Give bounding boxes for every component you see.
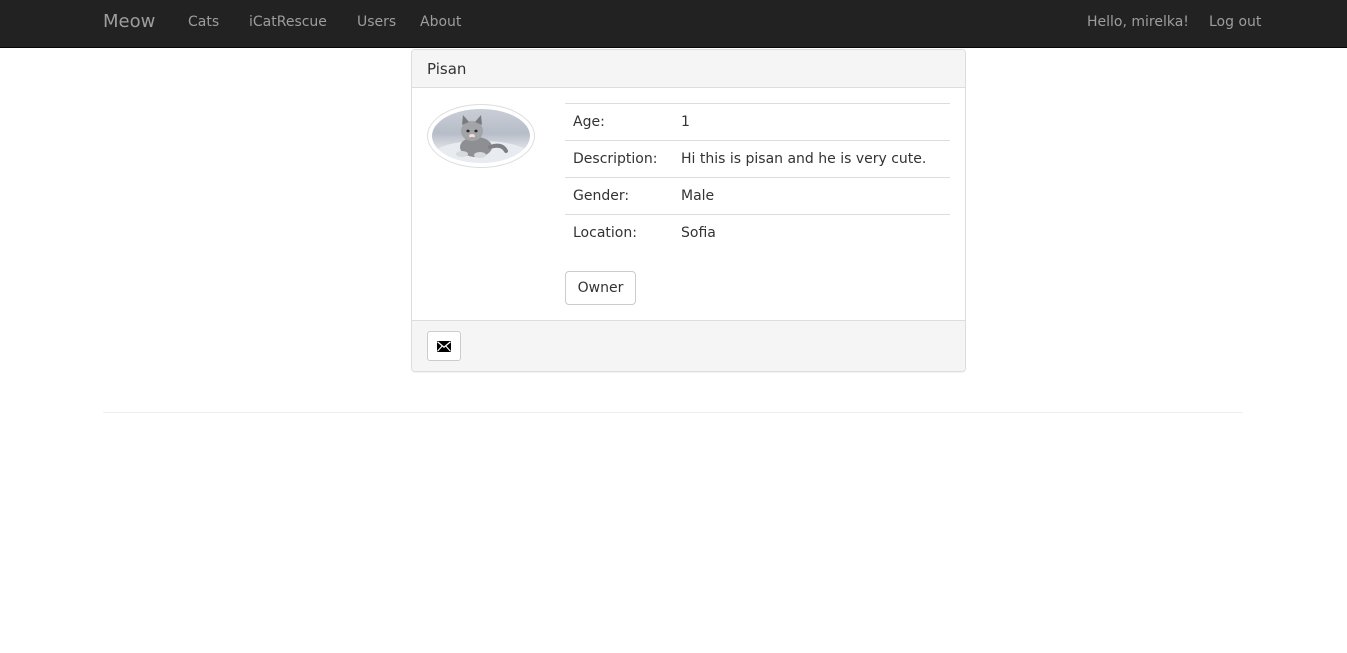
page-divider xyxy=(103,412,1243,413)
nav-link-users[interactable]: Users xyxy=(357,12,396,32)
cat-panel: Pisan Age: 1 Description: Hi this is pis… xyxy=(411,49,966,372)
age-value: 1 xyxy=(673,103,950,141)
cat-details-table: Age: 1 Description: Hi this is pisan and… xyxy=(565,103,950,252)
location-label: Location: xyxy=(565,214,673,252)
nav-link-icatrescue[interactable]: iCatRescue xyxy=(249,12,327,32)
user-greeting-link[interactable]: Hello, mirelka! xyxy=(1087,12,1189,32)
cat-photo-image xyxy=(432,109,530,163)
table-row: Description: Hi this is pisan and he is … xyxy=(565,140,950,178)
top-navbar: Meow Cats iCatRescue Users About Hello, … xyxy=(0,0,1347,48)
description-label: Description: xyxy=(565,140,673,178)
table-row: Gender: Male xyxy=(565,177,950,215)
owner-button[interactable]: Owner xyxy=(565,271,636,305)
kitten-illustration xyxy=(435,115,527,163)
logout-link[interactable]: Log out xyxy=(1209,12,1261,32)
nav-link-cats[interactable]: Cats xyxy=(188,12,219,32)
cat-photo xyxy=(427,104,535,168)
gender-label: Gender: xyxy=(565,177,673,215)
panel-footer xyxy=(412,320,965,371)
brand-link[interactable]: Meow xyxy=(103,10,155,34)
envelope-icon xyxy=(437,340,451,352)
nav-link-about[interactable]: About xyxy=(420,12,461,32)
table-row: Location: Sofia xyxy=(565,214,950,252)
send-message-button[interactable] xyxy=(427,331,461,361)
location-value: Sofia xyxy=(673,214,950,252)
description-value: Hi this is pisan and he is very cute. xyxy=(673,140,950,178)
gender-value: Male xyxy=(673,177,950,215)
age-label: Age: xyxy=(565,103,673,141)
table-row: Age: 1 xyxy=(565,103,950,141)
cat-name-title: Pisan xyxy=(427,60,467,78)
panel-heading: Pisan xyxy=(412,50,965,88)
